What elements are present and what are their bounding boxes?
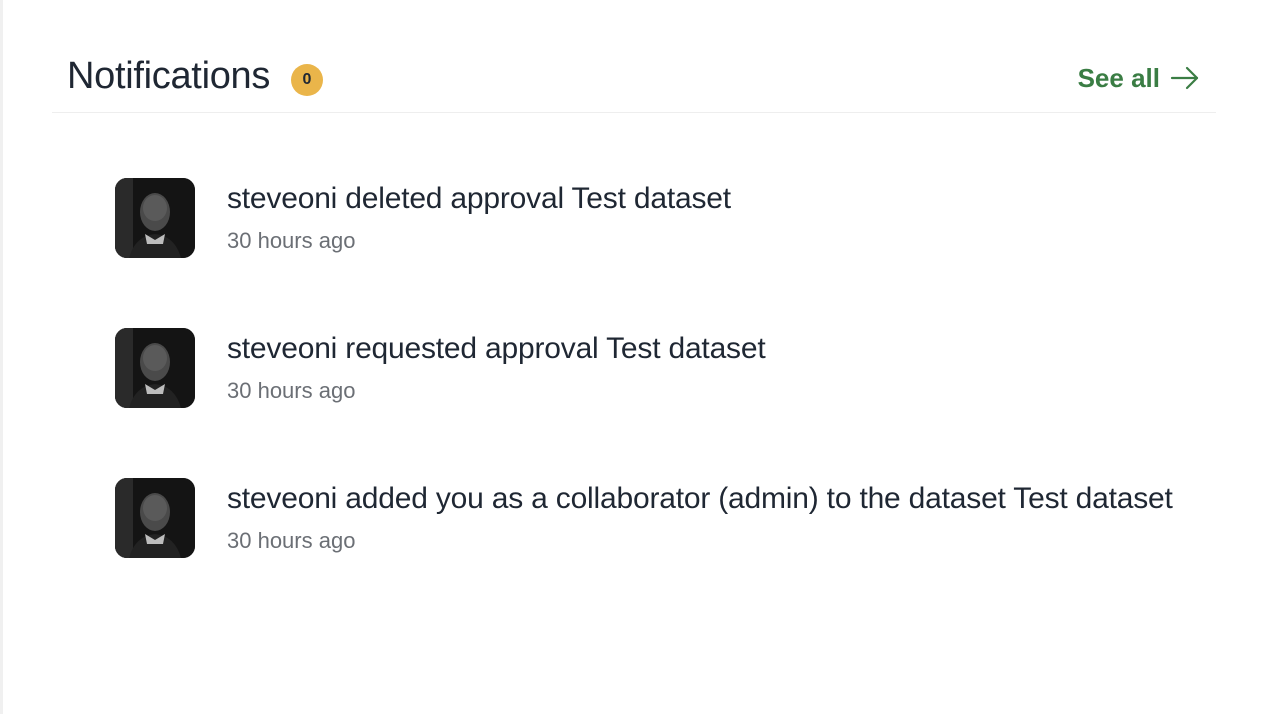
arrow-right-icon xyxy=(1170,66,1200,90)
user-avatar[interactable] xyxy=(115,478,195,558)
notifications-page: Notifications 0 See all steveoni deleted… xyxy=(0,0,1264,714)
notification-list: steveoni deleted approval Test dataset 3… xyxy=(115,178,1235,558)
notification-item[interactable]: steveoni deleted approval Test dataset 3… xyxy=(115,178,1235,258)
notification-time: 30 hours ago xyxy=(227,378,356,403)
page-title: Notifications xyxy=(67,55,271,97)
notification-message: steveoni added you as a collaborator (ad… xyxy=(227,482,1173,515)
notification-message: steveoni deleted approval Test dataset xyxy=(227,182,731,215)
notification-count-badge: 0 xyxy=(291,64,323,96)
notification-item[interactable]: steveoni requested approval Test dataset… xyxy=(115,328,1235,408)
notification-message: steveoni requested approval Test dataset xyxy=(227,332,766,365)
user-avatar[interactable] xyxy=(115,178,195,258)
notification-item[interactable]: steveoni added you as a collaborator (ad… xyxy=(115,478,1235,558)
left-edge-divider xyxy=(0,0,3,714)
notification-time: 30 hours ago xyxy=(227,528,356,553)
notifications-header: Notifications 0 See all xyxy=(52,40,1216,113)
user-avatar[interactable] xyxy=(115,328,195,408)
see-all-link[interactable]: See all xyxy=(1078,62,1200,94)
see-all-label: See all xyxy=(1077,63,1160,93)
notification-time: 30 hours ago xyxy=(227,228,356,253)
